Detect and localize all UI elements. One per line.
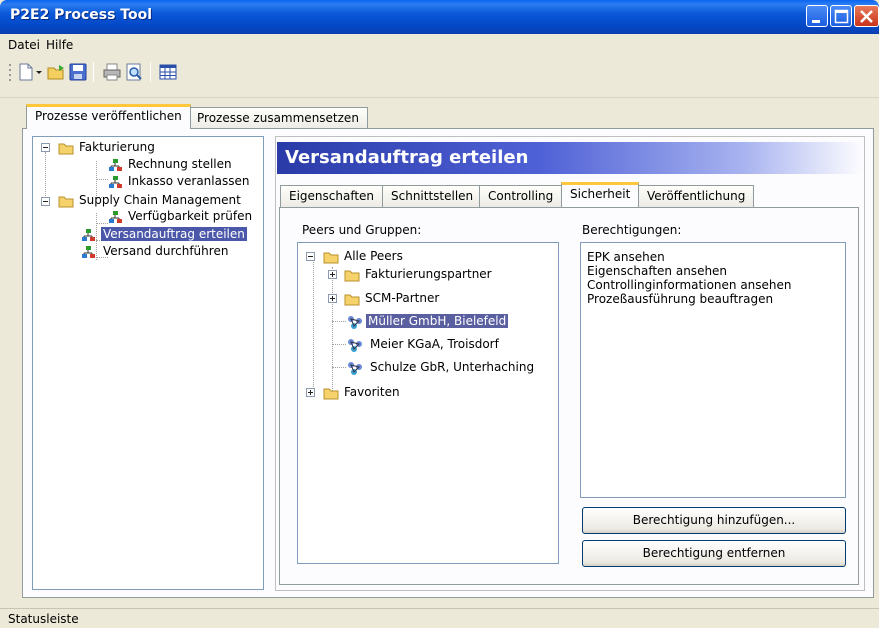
dropdown-arrow-icon[interactable]: [35, 62, 43, 82]
peers-tree[interactable]: Alle Peers Fakturierungspartner SCM-Part…: [297, 242, 559, 564]
tab-veroeffentlichung[interactable]: Veröffentlichung: [638, 185, 755, 207]
process-icon: [82, 246, 95, 258]
process-tree[interactable]: Fakturierung Rechnung stellen Inkasso ve…: [32, 136, 264, 590]
peers-group-scm-partner[interactable]: SCM-Partner: [363, 290, 441, 307]
process-icon: [82, 229, 95, 241]
permission-item[interactable]: Prozeßausführung beauftragen: [587, 292, 773, 306]
process-icon: [109, 159, 122, 171]
print-preview-icon[interactable]: [124, 62, 144, 82]
tab-prozesse-veroeffentlichen[interactable]: Prozesse veröffentlichen: [26, 104, 191, 129]
tree-item-rechnung-stellen[interactable]: Rechnung stellen: [126, 156, 234, 173]
peers-root-alle-peers[interactable]: Alle Peers: [342, 248, 405, 265]
window-title: P2E2 Process Tool: [10, 7, 153, 23]
tree-item-versandauftrag-erteilen[interactable]: Versandauftrag erteilen: [101, 226, 247, 243]
collapse-scm-toggle[interactable]: [41, 197, 50, 206]
peer-mueller-gmbh[interactable]: Müller GmbH, Bielefeld: [366, 313, 509, 330]
tree-group-fakturierung[interactable]: Fakturierung: [77, 139, 157, 156]
peer-network-icon: [348, 316, 362, 329]
tab-eigenschaften[interactable]: Eigenschaften: [280, 185, 384, 207]
folder-icon: [344, 270, 360, 282]
folder-icon: [323, 388, 339, 400]
expand-favoriten-toggle[interactable]: [306, 388, 315, 397]
permission-item[interactable]: EPK ansehen: [587, 250, 665, 264]
new-document-icon[interactable]: [16, 62, 36, 82]
open-folder-icon[interactable]: [46, 62, 66, 82]
expand-fakturierungspartner-toggle[interactable]: [328, 270, 337, 279]
toolbar: [0, 56, 879, 98]
remove-permission-button[interactable]: Berechtigung entfernen: [582, 540, 846, 567]
status-text: Statusleiste: [8, 612, 79, 626]
folder-icon: [323, 252, 339, 264]
grid-view-icon[interactable]: [158, 62, 178, 82]
app-window: P2E2 Process Tool Datei Hilfe Prozesse v…: [0, 0, 879, 628]
process-icon: [109, 176, 122, 188]
tree-item-inkasso-veranlassen[interactable]: Inkasso veranlassen: [126, 173, 251, 190]
tree-group-supply-chain-management[interactable]: Supply Chain Management: [77, 192, 243, 209]
status-bar: Statusleiste: [0, 608, 879, 628]
menu-hilfe[interactable]: Hilfe: [46, 38, 73, 52]
add-permission-button[interactable]: Berechtigung hinzufügen...: [582, 507, 846, 534]
title-bar[interactable]: P2E2 Process Tool: [0, 0, 879, 34]
permissions-list[interactable]: EPK ansehen Eigenschaften ansehen Contro…: [580, 242, 846, 498]
collapse-fakturierung-toggle[interactable]: [41, 143, 50, 152]
expand-scm-partner-toggle[interactable]: [328, 294, 337, 303]
maximize-button[interactable]: [830, 5, 852, 27]
folder-icon: [58, 196, 74, 208]
maximize-icon: [834, 9, 849, 24]
tree-item-versand-durchfuehren[interactable]: Versand durchführen: [101, 243, 230, 260]
detail-title: Versandauftrag erteilen: [277, 142, 862, 174]
close-icon: [860, 10, 873, 23]
peers-group-fakturierungspartner[interactable]: Fakturierungspartner: [363, 266, 494, 283]
collapse-alle-peers-toggle[interactable]: [306, 252, 315, 261]
close-button[interactable]: [854, 5, 879, 27]
peer-network-icon: [348, 362, 362, 375]
tab-sicherheit[interactable]: Sicherheit: [561, 182, 640, 207]
minimize-button[interactable]: [806, 5, 828, 27]
tab-schnittstellen[interactable]: Schnittstellen: [382, 185, 483, 207]
peers-group-favoriten[interactable]: Favoriten: [342, 384, 402, 401]
tree-item-verfuegbarkeit-pruefen[interactable]: Verfügbarkeit prüfen: [126, 208, 254, 225]
tab-prozesse-zusammensetzen[interactable]: Prozesse zusammensetzen: [188, 107, 368, 129]
save-icon[interactable]: [68, 62, 88, 82]
menu-datei[interactable]: Datei: [8, 38, 40, 52]
peer-network-icon: [348, 339, 362, 352]
tab-controlling[interactable]: Controlling: [479, 185, 563, 207]
peers-heading: Peers und Gruppen:: [302, 223, 422, 237]
minimize-icon: [812, 20, 820, 23]
peer-schulze-gbr[interactable]: Schulze GbR, Unterhaching: [368, 359, 536, 376]
folder-icon: [344, 294, 360, 306]
process-icon: [109, 211, 122, 223]
peer-meier-kgaa[interactable]: Meier KGaA, Troisdorf: [368, 336, 501, 353]
menu-bar: Datei Hilfe: [0, 34, 879, 56]
folder-icon: [58, 143, 74, 155]
toolbar-grip-icon: [9, 64, 11, 81]
permission-item[interactable]: Controllinginformationen ansehen: [587, 278, 792, 292]
permission-item[interactable]: Eigenschaften ansehen: [587, 264, 727, 278]
permissions-heading: Berechtigungen:: [582, 223, 682, 237]
print-icon[interactable]: [102, 62, 122, 82]
